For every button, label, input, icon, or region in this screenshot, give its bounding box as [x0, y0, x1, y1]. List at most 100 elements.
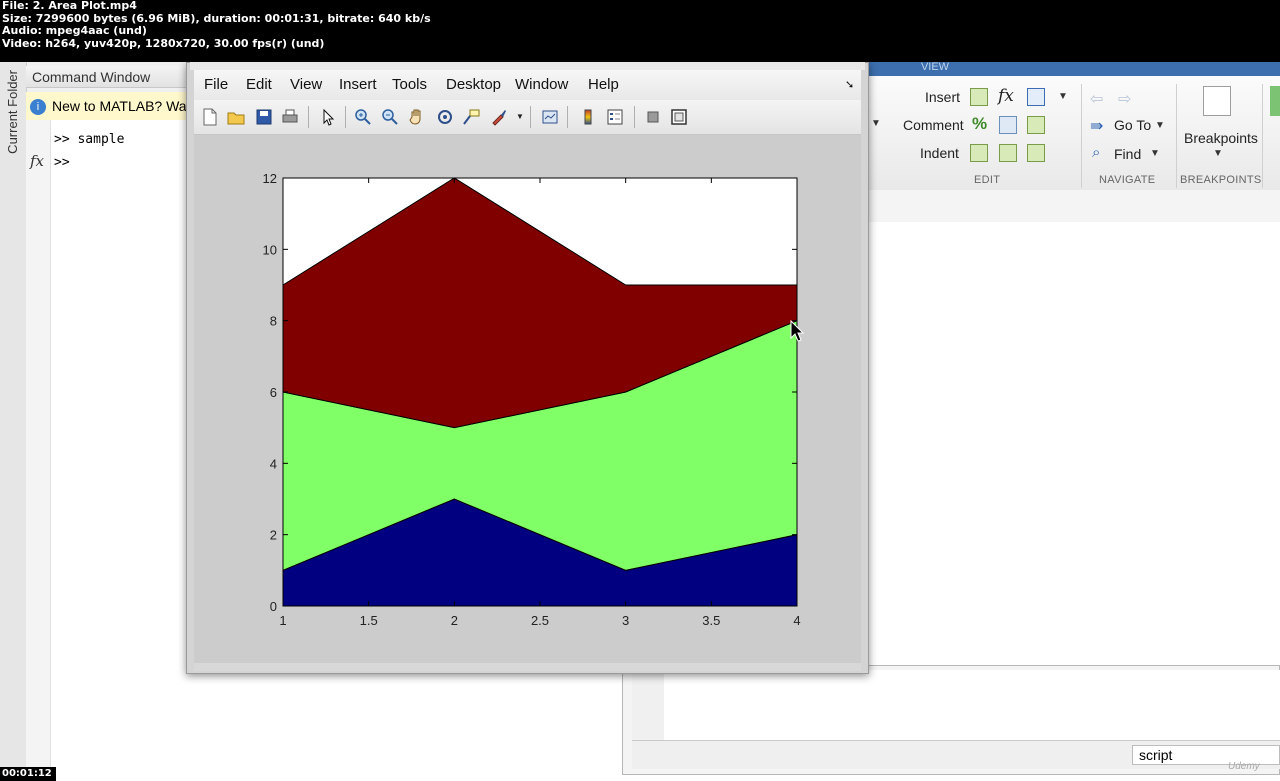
- y-tick-label: 12: [263, 171, 277, 186]
- y-tick-label: 6: [270, 385, 277, 400]
- find-dropdown-icon[interactable]: ▼: [1150, 148, 1160, 159]
- toolbar-separator: [567, 106, 568, 128]
- hide-plot-tools-icon[interactable]: [644, 108, 662, 126]
- figure-menubar: File Edit View Insert Tools Desktop Wind…: [194, 70, 861, 100]
- current-folder-tab[interactable]: Current Folder: [0, 62, 27, 775]
- mouse-cursor-icon: [790, 320, 804, 342]
- tab-view[interactable]: VIEW: [900, 62, 970, 76]
- uncomment-icon[interactable]: [999, 116, 1017, 134]
- edit-section-label: EDIT: [974, 174, 1001, 186]
- figure-title-bar[interactable]: [190, 62, 865, 70]
- show-plot-tools-icon[interactable]: [670, 108, 688, 126]
- insert-fi-icon[interactable]: [1027, 88, 1045, 106]
- menu-help[interactable]: Help: [588, 76, 619, 93]
- info-icon: i: [30, 99, 46, 116]
- comment-label[interactable]: Comment: [903, 117, 964, 133]
- menu-tools[interactable]: Tools: [392, 76, 427, 93]
- breakpoints-icon[interactable]: [1203, 86, 1231, 116]
- figure-bottom-border: [194, 663, 861, 671]
- breakpoints-dropdown-icon[interactable]: ▼: [1213, 148, 1223, 159]
- brush-icon[interactable]: [490, 108, 508, 126]
- figure-toolbar: ▼: [194, 100, 861, 135]
- link-plot-icon[interactable]: [541, 108, 559, 126]
- increase-indent-icon[interactable]: [999, 144, 1017, 162]
- insert-function-icon[interactable]: fx: [998, 86, 1014, 106]
- y-tick-label: 8: [270, 314, 277, 329]
- print-icon[interactable]: [281, 108, 299, 126]
- toolbar-separator: [308, 106, 309, 128]
- find-button[interactable]: Find: [1114, 146, 1141, 162]
- back-arrow-icon[interactable]: ⇦: [1090, 89, 1103, 109]
- menu-view[interactable]: View: [290, 76, 322, 93]
- menu-window[interactable]: Window: [515, 76, 568, 93]
- wrap-comments-icon[interactable]: [1027, 116, 1045, 134]
- goto-button[interactable]: Go To: [1114, 117, 1151, 133]
- navigate-section-label: NAVIGATE: [1099, 174, 1156, 186]
- indent-label[interactable]: Indent: [920, 145, 959, 161]
- legend-icon[interactable]: [606, 108, 624, 126]
- video-info-overlay: File: 2. Area Plot.mp4 Size: 7299600 byt…: [0, 0, 1280, 62]
- goto-dropdown-icon[interactable]: ▼: [1155, 120, 1165, 131]
- zoom-in-icon[interactable]: [354, 108, 372, 126]
- menu-edit[interactable]: Edit: [246, 76, 272, 93]
- data-cursor-icon[interactable]: [462, 108, 480, 126]
- insert-dropdown-icon[interactable]: ▼: [1058, 91, 1068, 102]
- y-tick-label: 4: [270, 456, 277, 471]
- forward-arrow-icon[interactable]: ⇨: [1118, 89, 1131, 109]
- editor-line-gutter: [632, 670, 665, 740]
- command-history-line: >> sample: [54, 132, 125, 147]
- brush-dropdown-icon[interactable]: ▼: [516, 112, 534, 130]
- y-tick-label: 0: [270, 599, 277, 614]
- zoom-out-icon[interactable]: [381, 108, 399, 126]
- video-info-line: Audio: mpeg4aac (und): [2, 24, 147, 37]
- comment-icon[interactable]: %: [972, 114, 987, 134]
- function-browser-icon[interactable]: fx: [30, 152, 44, 170]
- y-tick-label: 10: [263, 242, 277, 257]
- x-tick-label: 1.5: [360, 613, 378, 628]
- open-file-icon[interactable]: [227, 108, 245, 126]
- new-to-matlab-banner[interactable]: i New to MATLAB? Wa: [26, 92, 196, 121]
- menu-file[interactable]: File: [204, 76, 228, 93]
- decrease-indent-icon[interactable]: [1027, 144, 1045, 162]
- menu-desktop[interactable]: Desktop: [446, 76, 501, 93]
- undock-arrow-icon[interactable]: ➘: [845, 78, 854, 91]
- ribbon-separator: [1081, 84, 1082, 188]
- ribbon-separator: [1176, 84, 1177, 188]
- x-tick-label: 3: [622, 613, 629, 628]
- x-tick-label: 2.5: [531, 613, 549, 628]
- pan-hand-icon[interactable]: [408, 108, 426, 126]
- save-icon[interactable]: [255, 108, 273, 126]
- current-folder-label: Current Folder: [5, 70, 20, 154]
- banner-text: New to MATLAB? Wa: [52, 98, 187, 114]
- area-plot[interactable]: 1 1.5 2 2.5 3 3.5 4 0 2 4 6 8 10 12: [194, 135, 861, 663]
- rotate-3d-icon[interactable]: [436, 108, 454, 126]
- editor-document[interactable]: [868, 222, 1280, 742]
- find-icon[interactable]: ⌕: [1092, 144, 1100, 161]
- menu-insert[interactable]: Insert: [339, 76, 377, 93]
- toolbar-separator: [530, 106, 531, 128]
- command-prompt[interactable]: >>: [54, 155, 70, 170]
- toolbar-separator: [345, 106, 346, 128]
- x-tick-label: 3.5: [702, 613, 720, 628]
- chevron-down-icon[interactable]: ▼: [871, 118, 881, 130]
- new-figure-icon[interactable]: [201, 108, 219, 126]
- run-icon[interactable]: [1270, 86, 1280, 116]
- goto-icon[interactable]: ⇛: [1090, 116, 1103, 136]
- insert-section-icon[interactable]: [970, 88, 988, 106]
- x-tick-label: 1: [279, 613, 286, 628]
- smart-indent-icon[interactable]: [970, 144, 988, 162]
- x-tick-label: 4: [793, 613, 800, 628]
- toolbar-separator: [634, 106, 635, 128]
- insert-label[interactable]: Insert: [925, 89, 960, 105]
- command-window-title: Command Window: [26, 66, 196, 88]
- y-tick-label: 2: [270, 528, 277, 543]
- video-timecode: 00:01:12: [0, 767, 56, 781]
- video-info-line: Video: h264, yuv420p, 1280x720, 30.00 fp…: [2, 36, 325, 50]
- command-window-gutter: [26, 120, 51, 775]
- colorbar-icon[interactable]: [579, 108, 597, 126]
- editor-text-area[interactable]: [664, 670, 1280, 740]
- x-tick-label: 2: [451, 613, 458, 628]
- select-arrow-icon[interactable]: [319, 108, 337, 126]
- breakpoints-button[interactable]: Breakpoints: [1184, 130, 1258, 146]
- ribbon-separator: [1262, 84, 1263, 188]
